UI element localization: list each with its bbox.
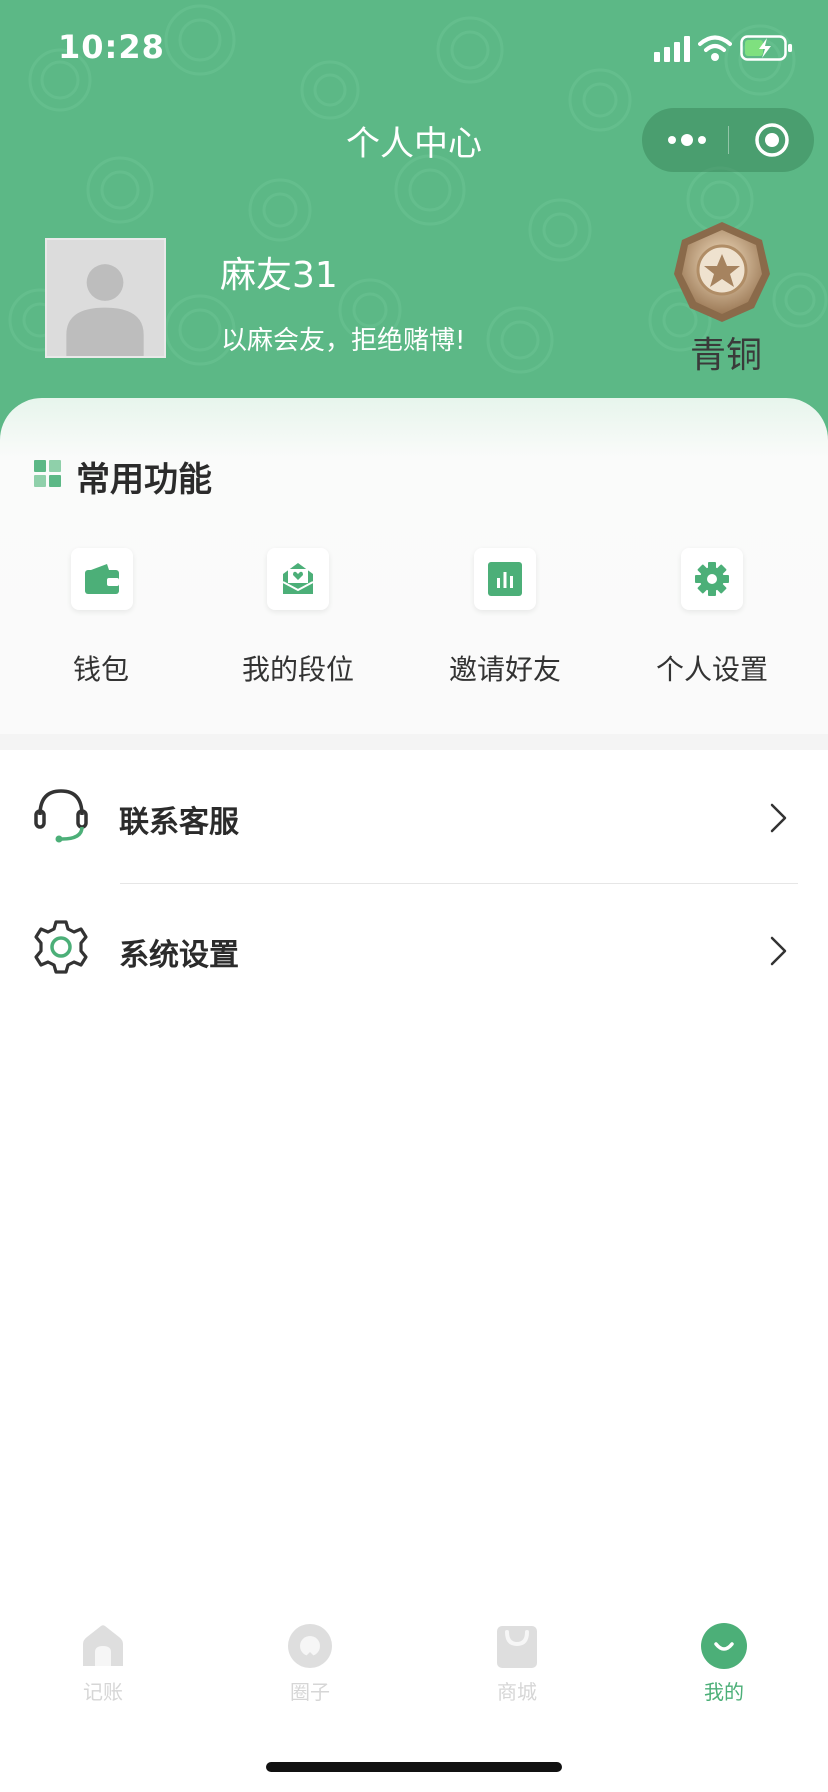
bronze-rank-badge-icon[interactable] [666, 218, 778, 328]
username: 麻友31 [220, 255, 338, 296]
default-avatar-icon [47, 240, 164, 356]
tab-label: 商城 [497, 1680, 537, 1704]
tab-label: 记账 [83, 1680, 123, 1704]
tab-label: 我的 [704, 1680, 744, 1704]
mini-program-capsule [642, 108, 814, 172]
function-label: 个人设置 [655, 653, 768, 686]
function-label: 我的段位 [241, 653, 354, 686]
wifi-icon [698, 35, 732, 61]
battery-charging-icon [740, 35, 792, 61]
profile-header: 10:28 个人中心 麻友31 以麻会友，拒绝赌博! 青铜 [0, 0, 828, 440]
circle-icon [288, 1624, 332, 1668]
menu-item-system-settings[interactable]: 系统设置 [0, 884, 828, 1016]
headset-icon [34, 789, 88, 843]
function-label: 邀请好友 [448, 653, 561, 686]
user-motto: 以麻会友，拒绝赌博! [221, 326, 466, 356]
tab-label: 圈子 [290, 1680, 330, 1704]
gear-icon [695, 562, 729, 596]
status-bar: 10:28 [0, 0, 828, 100]
tab-bar: 记账 圈子 商城 我的 [0, 1620, 828, 1720]
more-options-icon[interactable] [664, 126, 710, 154]
tab-circle[interactable]: 圈子 [250, 1620, 370, 1720]
rank-mail-icon-box [267, 548, 329, 610]
wallet-icon-box [71, 548, 133, 610]
home-icon [83, 1625, 123, 1666]
rank-mail-icon [282, 563, 314, 594]
function-my-rank[interactable]: 我的段位 [198, 548, 398, 688]
capsule-divider [728, 126, 729, 154]
menu-item-label: 系统设置 [119, 938, 239, 973]
chevron-right-icon [770, 803, 787, 833]
home-indicator[interactable] [266, 1762, 562, 1772]
gear-icon-box [681, 548, 743, 610]
grid-icon [34, 460, 61, 487]
tab-mall[interactable]: 商城 [457, 1620, 577, 1720]
menu-item-label: 联系客服 [119, 805, 239, 840]
function-personal-settings[interactable]: 个人设置 [612, 548, 812, 688]
section-separator [0, 734, 828, 750]
close-circle-icon[interactable] [754, 122, 790, 158]
settings-icon [34, 920, 88, 974]
function-invite-friends[interactable]: 邀请好友 [405, 548, 605, 688]
common-functions-card: 常用功能 钱包 我的段位 邀请好友 个人设置 [0, 398, 828, 734]
chevron-right-icon [770, 936, 787, 966]
rank-name: 青铜 [689, 335, 762, 376]
section-title: 常用功能 [76, 460, 212, 500]
bar-chart-icon-box [474, 548, 536, 610]
shopping-bag-icon [497, 1626, 537, 1668]
function-wallet[interactable]: 钱包 [1, 548, 201, 688]
avatar[interactable] [45, 238, 166, 358]
smile-icon [701, 1623, 747, 1669]
menu-item-contact-support[interactable]: 联系客服 [0, 751, 828, 883]
bar-chart-icon [488, 562, 522, 596]
signal-icon [654, 36, 690, 62]
status-time: 10:28 [58, 28, 165, 66]
tab-bookkeeping[interactable]: 记账 [43, 1620, 163, 1720]
wallet-icon [85, 564, 119, 594]
function-label: 钱包 [72, 653, 129, 686]
tab-mine[interactable]: 我的 [664, 1620, 784, 1720]
